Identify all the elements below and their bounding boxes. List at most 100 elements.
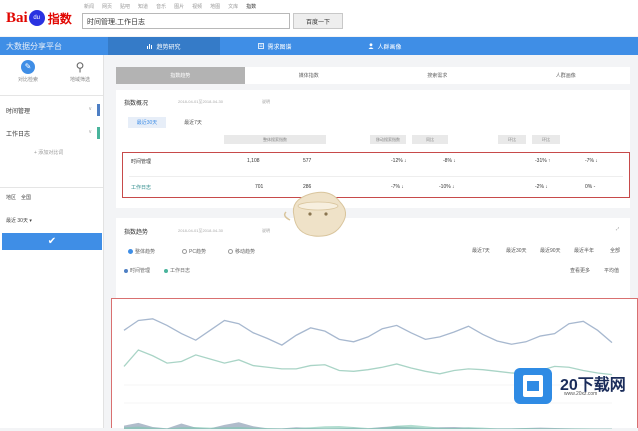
radio-mobile[interactable]: 移动趋势 (228, 248, 255, 255)
logo-zhishu-text: 指数 (47, 11, 72, 26)
help-link[interactable]: 说明 (262, 228, 270, 234)
top-nav-links: 新闻 网页 贴吧 知道 音乐 图片 视频 地图 文库 指数 (84, 3, 256, 10)
help-link[interactable]: 说明 (262, 99, 270, 105)
add-compare-link[interactable]: + 添加对比词 (34, 149, 63, 156)
range-button[interactable]: 最近90天 (540, 247, 561, 254)
subtab-index-trend[interactable]: 指数趋势 (116, 67, 245, 84)
pill-last-7-days[interactable]: 最近7天 (174, 117, 212, 128)
range-row[interactable]: 最近 30天 ▾ (6, 217, 32, 224)
map-pin-icon: ⚲ (75, 60, 85, 74)
top-nav-link[interactable]: 知道 (138, 3, 148, 10)
average-link[interactable]: 平均值 (604, 267, 619, 274)
sidebar-divider (0, 95, 103, 96)
region-filter-label: 地域筛选 (69, 77, 90, 83)
tab-demand-graph[interactable]: 需求图谱 (220, 37, 330, 55)
legend-item[interactable]: 工作日志 (164, 267, 190, 274)
top-nav-link[interactable]: 网页 (102, 3, 112, 10)
region-row[interactable]: 地区 全国 (6, 194, 31, 201)
nav-slogan: 大数据分享平台 (6, 42, 62, 51)
top-nav-link[interactable]: 视频 (192, 3, 202, 10)
top-nav-link[interactable]: 贴吧 (120, 3, 130, 10)
radio-label: 移动趋势 (235, 249, 256, 255)
sidebar-keyword-item[interactable]: 时间管理 ∨ (0, 102, 100, 118)
sidebar-divider (0, 187, 103, 188)
area-series-1 (124, 424, 612, 429)
range-button[interactable]: 全部 (610, 247, 620, 254)
top-nav-link[interactable]: 图片 (174, 3, 184, 10)
cell-value: 577 (303, 158, 312, 164)
cell-value: -8% ↓ (443, 158, 456, 164)
radio-dot (228, 249, 233, 254)
logo-bai-text: Bai (6, 9, 28, 26)
tab-trend-research[interactable]: 趋势研究 (108, 37, 220, 55)
region-filter-button[interactable]: ⚲ 地域筛选 (60, 60, 100, 83)
top-nav-link[interactable]: 文库 (228, 3, 238, 10)
view-more-link[interactable]: 查看更多 (570, 267, 590, 274)
sidebar-keyword-item[interactable]: 工作日志 ∨ (0, 125, 100, 141)
watermark-url: www.20xz.com (564, 391, 598, 397)
column-header: 同比 (412, 135, 448, 144)
range-button[interactable]: 最近30天 (506, 247, 527, 254)
keyword-label: 时间管理 (6, 109, 31, 115)
cell-value: -7% ↓ (585, 158, 598, 164)
overview-data-box: 时间管理 1,108 577 -12% ↓ -8% ↓ -31% ↑ -7% ↓… (122, 152, 630, 198)
tab-label: 人群画像 (377, 44, 402, 51)
legend-label: 工作日志 (170, 268, 191, 274)
panel-title: 指数趋势 (124, 230, 149, 236)
confirm-button[interactable]: ✔ (2, 233, 102, 250)
column-header: 整体搜索指数 (224, 135, 326, 144)
cell-value: -7% ↓ (391, 184, 404, 190)
range-button[interactable]: 最近7天 (472, 247, 490, 254)
search-input[interactable]: 时间管理,工作日志 (82, 13, 290, 29)
region-label: 地区 (6, 195, 17, 201)
search-button[interactable]: 百度一下 (293, 13, 343, 29)
mascot-illustration (283, 191, 346, 237)
panel-date: 2018-04-01至2018-04-30 (178, 99, 223, 104)
legend-dot (164, 268, 168, 273)
cell-value: -10% ↓ (439, 184, 455, 190)
graph-icon (258, 43, 265, 49)
row-keyword: 时间管理 (131, 159, 152, 165)
tab-label: 需求图谱 (267, 44, 292, 51)
radio-pc[interactable]: PC趋势 (182, 248, 206, 255)
legend-item[interactable]: 时间管理 (124, 267, 150, 274)
top-header: Bai du 指数 新闻 网页 贴吧 知道 音乐 图片 视频 地图 文库 指数 … (0, 0, 638, 36)
subtab-crowd-portrait[interactable]: 人群画像 (502, 67, 631, 84)
range-value: 30天 (17, 218, 28, 224)
expand-icon[interactable]: ⤢ (616, 226, 619, 231)
baidu-index-logo[interactable]: Bai du 指数 (6, 8, 72, 28)
panel-title: 指数概况 (124, 101, 149, 107)
range-button[interactable]: 最近半年 (574, 247, 594, 254)
subtab-search-demand[interactable]: 搜索需求 (373, 67, 502, 84)
top-nav-link-active[interactable]: 指数 (246, 3, 256, 10)
top-nav-link[interactable]: 新闻 (84, 3, 94, 10)
compare-search-button[interactable]: ✎ 对比检索 (8, 60, 48, 83)
subtab-media-index[interactable]: 媒体指数 (245, 67, 374, 84)
chevron-down-icon[interactable]: ∨ (88, 106, 92, 112)
cell-value: -12% ↓ (391, 158, 407, 164)
keyword-color-bar (97, 104, 100, 116)
keyword-label: 工作日志 (6, 132, 31, 138)
pill-last-30-days[interactable]: 最近30天 (128, 117, 166, 128)
compare-icon: ✎ (21, 60, 35, 74)
check-icon: ✔ (47, 236, 57, 247)
top-nav-link[interactable]: 音乐 (156, 3, 166, 10)
row-separator (129, 176, 623, 177)
user-icon (368, 43, 374, 49)
cell-value: -31% ↑ (535, 158, 551, 164)
index-overview-panel: 指数概况 2018-04-01至2018-04-30 说明 最近30天 最近7天… (116, 90, 630, 208)
main-navbar: 大数据分享平台 趋势研究 需求图谱 人群画像 (0, 37, 638, 55)
watermark-logo (514, 368, 552, 404)
panel-date: 2018-04-01至2018-04-30 (178, 228, 223, 233)
cell-value: 1,108 (247, 158, 260, 164)
radio-label: 整体趋势 (135, 249, 156, 255)
cell-value: 701 (255, 184, 264, 190)
chevron-down-icon[interactable]: ∨ (88, 129, 92, 135)
radio-label: PC趋势 (189, 249, 206, 255)
keyword-color-bar (97, 127, 100, 139)
tab-crowd-portrait[interactable]: 人群画像 (330, 37, 440, 55)
legend-dot (124, 268, 128, 273)
top-nav-link[interactable]: 地图 (210, 3, 220, 10)
radio-overall[interactable]: 整体趋势 (128, 248, 155, 255)
trend-icon (147, 44, 153, 49)
